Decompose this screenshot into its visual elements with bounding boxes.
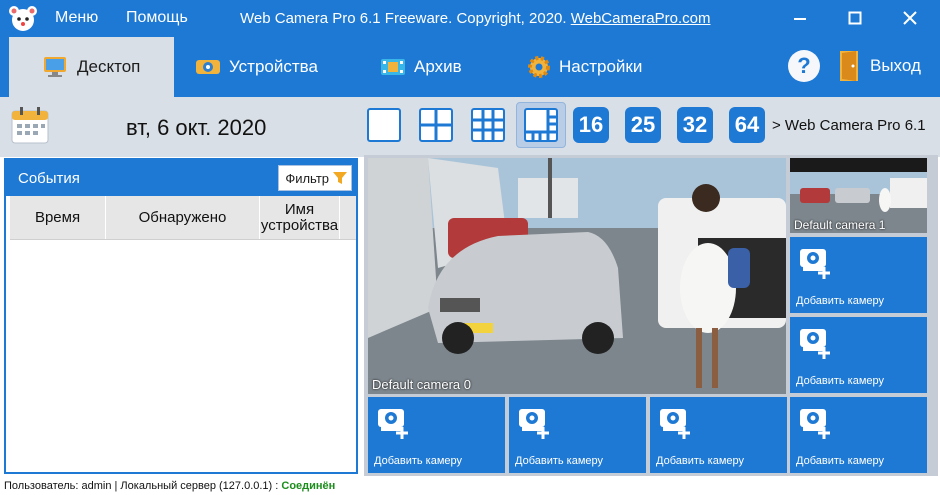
tab-devices-label: Устройства [229,57,318,76]
layout-big-small-icon [524,108,558,142]
tab-devices[interactable]: Устройства [195,37,318,97]
layout-16-button[interactable]: 16 [573,107,609,143]
layout-1-button[interactable] [364,105,404,145]
column-spacer [340,196,356,239]
tab-settings[interactable]: Настройки [527,37,642,97]
add-camera-icon [800,249,830,279]
column-time[interactable]: Время [10,196,106,239]
app-logo-icon [9,6,37,31]
add-camera-tile[interactable]: Добавить камеру [650,397,787,473]
minimize-icon [794,18,806,20]
exit-label: Выход [870,56,921,75]
tab-archive[interactable]: Архив [380,37,462,97]
camera-1-label: Default camera 1 [794,218,886,232]
events-header: События Фильтр [6,160,356,196]
add-camera-label: Добавить камеру [796,455,885,467]
close-button[interactable] [895,4,925,32]
filter-label: Фильтр [285,170,329,186]
add-camera-label: Добавить камеру [656,455,745,467]
add-camera-icon [800,409,830,439]
column-detected[interactable]: Обнаружено [106,196,260,239]
events-table-header: Время Обнаружено Имя устройства [10,196,356,240]
camera-0-label: Default camera 0 [372,377,471,392]
monitor-icon [44,57,66,77]
connection-status: Соединён [281,480,336,492]
layout-2x2-icon [419,108,453,142]
layout-32-button[interactable]: 32 [677,107,713,143]
column-device-name[interactable]: Имя устройства [260,196,340,239]
layout-1plus7-button[interactable] [516,102,566,148]
layout-9-button[interactable] [468,105,508,145]
exit-button[interactable]: Выход [838,50,921,82]
film-icon [381,59,405,75]
add-camera-tile[interactable]: Добавить камеру [368,397,505,473]
add-camera-icon [800,329,830,359]
add-camera-tile[interactable]: Добавить камеру [790,237,927,313]
window-title-text: Web Camera Pro 6.1 Freeware. Copyright, … [240,10,567,27]
camera-0-video-icon [368,158,786,394]
minimize-button[interactable] [785,4,815,32]
add-camera-tile[interactable]: Добавить камеру [790,317,927,393]
events-title: События [18,170,80,187]
filter-button[interactable]: Фильтр [278,165,352,191]
add-camera-label: Добавить камеру [796,375,885,387]
breadcrumb: > Web Camera Pro 6.1 [772,117,926,134]
add-camera-tile[interactable]: Добавить камеру [509,397,646,473]
tab-archive-label: Архив [414,57,462,76]
camera-view-1[interactable]: Default camera 1 [790,158,927,233]
tab-desktop[interactable]: Десктоп [9,37,174,97]
date-layout-bar: вт, 6 окт. 2020 16 25 32 64 > Web Camera… [0,97,940,157]
add-camera-label: Добавить камеру [796,295,885,307]
maximize-icon [848,11,862,25]
website-link[interactable]: WebCameraPro.com [571,10,711,27]
status-text: Пользователь: admin | Локальный сервер (… [4,480,279,492]
tab-settings-label: Настройки [559,57,643,76]
exit-door-icon [840,51,858,81]
add-camera-label: Добавить камеру [374,455,463,467]
maximize-button[interactable] [840,4,870,32]
add-camera-tile[interactable]: Добавить камеру [790,397,927,473]
tab-desktop-label: Десктоп [77,57,141,76]
layout-single-icon [367,108,401,142]
events-panel: События Фильтр Время Обнаружено Имя устр… [4,158,358,474]
funnel-icon [333,172,347,184]
layout-3x3-icon [471,108,505,142]
camera-icon [196,60,220,74]
current-date: вт, 6 окт. 2020 [126,115,267,140]
layout-64-button[interactable]: 64 [729,107,765,143]
layout-25-button[interactable]: 25 [625,107,661,143]
status-bar: Пользователь: admin | Локальный сервер (… [0,477,940,495]
main-toolbar: Десктоп Устройства Архив Настройки ? Вых… [0,37,940,97]
layout-4-button[interactable] [416,105,456,145]
close-icon [903,11,917,25]
add-camera-icon [519,409,549,439]
camera-view-0[interactable]: Default camera 0 [368,158,786,394]
title-bar: Меню Помощь Web Camera Pro 6.1 Freeware.… [0,0,940,37]
gear-icon [528,56,550,78]
help-button[interactable]: ? [788,50,820,82]
help-menu-button[interactable]: Помощь [126,9,188,27]
window-title: Web Camera Pro 6.1 Freeware. Copyright, … [240,10,711,27]
menu-button[interactable]: Меню [55,9,98,27]
calendar-icon[interactable] [10,105,50,145]
add-camera-label: Добавить камеру [515,455,604,467]
add-camera-icon [378,409,408,439]
add-camera-icon [660,409,690,439]
app-window: Меню Помощь Web Camera Pro 6.1 Freeware.… [0,0,940,495]
